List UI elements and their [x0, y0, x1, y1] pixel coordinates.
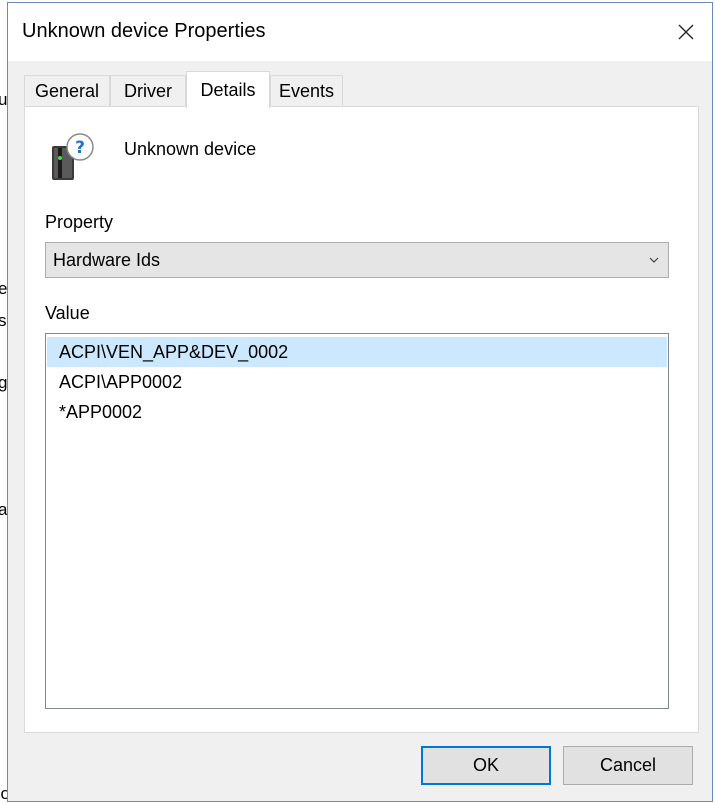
ok-button[interactable]: OK [421, 746, 551, 785]
properties-dialog: Unknown device Properties General Driver… [7, 2, 713, 802]
tab-general[interactable]: General [24, 75, 110, 107]
close-icon [678, 24, 694, 40]
svg-text:?: ? [75, 138, 85, 158]
list-item[interactable]: ACPI\APP0002 [47, 367, 667, 397]
value-label: Value [45, 303, 90, 323]
close-button[interactable] [666, 13, 706, 51]
tab-driver[interactable]: Driver [110, 75, 186, 107]
device-name: Unknown device [124, 139, 257, 159]
property-selected-value: Hardware Ids [53, 250, 161, 270]
value-listbox[interactable]: ACPI\VEN_APP&DEV_0002 ACPI\APP0002 *APP0… [45, 333, 669, 709]
background-text-fragment: s [0, 311, 7, 330]
unknown-device-icon: ? [52, 133, 94, 180]
list-item[interactable]: ACPI\VEN_APP&DEV_0002 [47, 337, 667, 367]
property-dropdown[interactable]: Hardware Ids [45, 242, 669, 278]
title-bar[interactable]: Unknown device Properties [8, 3, 712, 61]
dialog-title: Unknown device Properties [22, 20, 266, 42]
tab-details[interactable]: Details [186, 71, 270, 108]
chevron-down-icon [649, 257, 659, 263]
tab-events[interactable]: Events [270, 75, 343, 107]
property-label: Property [45, 212, 114, 232]
cancel-button[interactable]: Cancel [563, 746, 693, 785]
details-panel: ? Unknown device Property Hardware Ids V… [24, 106, 699, 733]
list-item[interactable]: *APP0002 [47, 397, 667, 427]
